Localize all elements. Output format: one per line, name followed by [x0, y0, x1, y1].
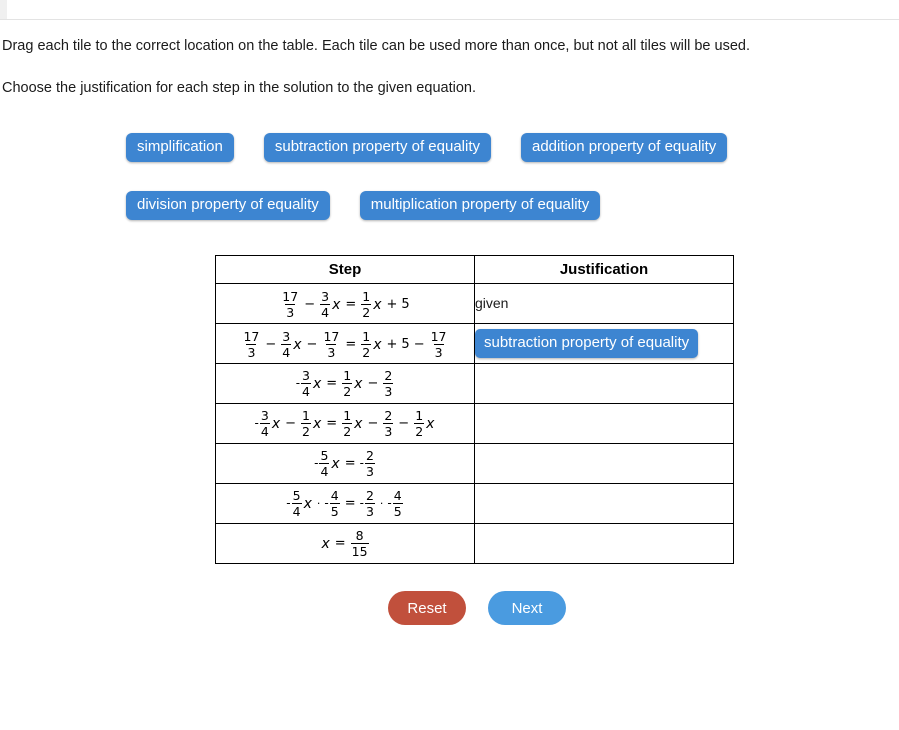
next-button[interactable]: Next	[488, 591, 566, 625]
equation-5: -54x = -23	[314, 447, 375, 479]
tile-addition-property-of-equality[interactable]: addition property of equality	[521, 133, 728, 162]
equation-6: -54x · -45 = -23 · -45	[286, 487, 403, 519]
equation-1: 17 3 − 34x = 12x +5	[282, 288, 410, 320]
column-header-step: Step	[215, 255, 475, 284]
button-bar: Reset Next	[388, 591, 566, 625]
tile-multiplication-property-of-equality[interactable]: multiplication property of equality	[359, 191, 601, 220]
table-row: -54x · -45 = -23 · -45	[215, 483, 734, 524]
tile-subtraction-property-of-equality[interactable]: subtraction property of equality	[263, 133, 491, 162]
solution-table: Step Justification 17 3 − 34x = 12x +5 gi…	[215, 255, 734, 564]
table-row: x = 8 15	[215, 523, 734, 564]
tile-tray-row-1: simplification subtraction property of e…	[126, 133, 826, 162]
justification-cell-1[interactable]: given	[474, 283, 734, 324]
justification-cell-5[interactable]	[474, 443, 734, 484]
tile-simplification[interactable]: simplification	[126, 133, 234, 162]
instruction-line-2: Choose the justification for each step i…	[2, 80, 476, 96]
instruction-line-1: Drag each tile to the correct location o…	[2, 38, 750, 54]
step-cell-1: 17 3 − 34x = 12x +5	[215, 283, 475, 324]
reset-button[interactable]: Reset	[388, 591, 466, 625]
step-cell-6: -54x · -45 = -23 · -45	[215, 483, 475, 524]
tile-division-property-of-equality[interactable]: division property of equality	[126, 191, 330, 220]
table-row: 17 3 − 34x − 17 3 = 12x +5 − 17 3 subtracti…	[215, 323, 734, 364]
table-row: -34x − 12x = 12x − 23 − 12x	[215, 403, 734, 444]
column-header-justification: Justification	[474, 255, 734, 284]
step-cell-4: -34x − 12x = 12x − 23 − 12x	[215, 403, 475, 444]
top-chrome-strip	[0, 0, 899, 20]
step-cell-5: -54x = -23	[215, 443, 475, 484]
tile-tray: simplification subtraction property of e…	[126, 133, 826, 220]
step-cell-2: 17 3 − 34x − 17 3 = 12x +5 − 17 3	[215, 323, 475, 364]
justification-cell-4[interactable]	[474, 403, 734, 444]
justification-cell-2[interactable]: subtraction property of equality	[474, 323, 734, 364]
placed-tile-subtraction-property-of-equality[interactable]: subtraction property of equality	[475, 329, 699, 358]
step-cell-3: -34x = 12x − 23	[215, 363, 475, 404]
equation-3: -34x = 12x − 23	[295, 367, 394, 399]
instructions-block: Drag each tile to the correct location o…	[2, 36, 882, 98]
step-cell-7: x = 8 15	[215, 523, 475, 564]
table-header-row: Step Justification	[215, 255, 734, 284]
justification-cell-3[interactable]	[474, 363, 734, 404]
table-row: 17 3 − 34x = 12x +5 given	[215, 283, 734, 324]
tile-tray-row-2: division property of equality multiplica…	[126, 191, 826, 220]
top-chrome-left-edge	[0, 0, 7, 19]
justification-cell-7[interactable]	[474, 523, 734, 564]
table-row: -34x = 12x − 23	[215, 363, 734, 404]
justification-cell-6[interactable]	[474, 483, 734, 524]
equation-7: x = 8 15	[321, 527, 369, 559]
justification-text-given: given	[475, 294, 509, 311]
table-row: -54x = -23	[215, 443, 734, 484]
equation-4: -34x − 12x = 12x − 23 − 12x	[254, 407, 435, 439]
equation-2: 17 3 − 34x − 17 3 = 12x +5 − 17 3	[243, 328, 447, 360]
